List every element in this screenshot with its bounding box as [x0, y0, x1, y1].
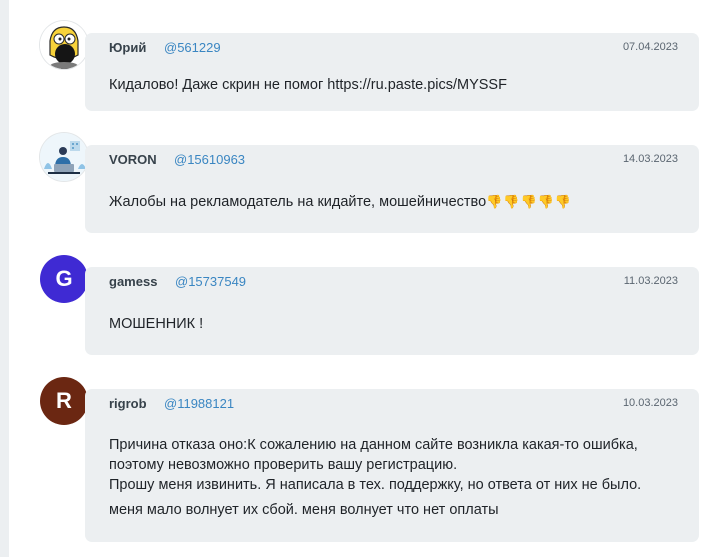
comment-header: VORON @15610963 14.03.2023: [85, 145, 699, 173]
comment-date: 14.03.2023: [622, 153, 678, 165]
avatar[interactable]: G: [40, 255, 88, 303]
comment-line: МОШЕННИК !: [109, 316, 204, 332]
cartoon-character-icon: [40, 21, 88, 69]
comment-user-id-link[interactable]: @11988121: [164, 396, 234, 411]
avatar-letter: G: [55, 266, 73, 291]
comment-author[interactable]: VORON: [109, 152, 157, 167]
avatar[interactable]: [40, 133, 88, 181]
comment-header: Юрий @561229 07.04.2023: [85, 33, 699, 61]
comment-line: Кидалово! Даже скрин не помог https://ru…: [109, 77, 507, 93]
comment-date: 07.04.2023: [622, 41, 678, 53]
comment-author[interactable]: Юрий: [109, 40, 146, 55]
comment-line: меня мало волнует их сбой. меня волнует …: [109, 502, 499, 518]
comment-author[interactable]: gamess: [109, 274, 157, 289]
comment-author[interactable]: rigrob: [109, 396, 147, 411]
comment-header: rigrob @11988121 10.03.2023: [85, 389, 699, 417]
comment-text: Причина отказа оно:К сожалению на данном…: [109, 435, 679, 520]
comment-card: VORON @15610963 14.03.2023 Жалобы на рек…: [85, 145, 699, 233]
person-at-laptop-icon: [40, 133, 88, 181]
comment-line: Жалобы на рекламодатель на кидайте, моше…: [109, 192, 679, 212]
comment-date: 11.03.2023: [623, 275, 678, 287]
comment-text: Жалобы на рекламодатель на кидайте, моше…: [109, 192, 679, 212]
comment-user-id-link[interactable]: @561229: [164, 40, 221, 55]
comment-card: rigrob @11988121 10.03.2023 Причина отка…: [85, 389, 699, 542]
comment-text: МОШЕННИК !: [109, 314, 679, 334]
thumbs-down-emoji: 👎👎👎👎👎: [486, 194, 573, 209]
left-rail: [0, 0, 9, 557]
comment-user-id-link[interactable]: @15610963: [174, 152, 245, 167]
comment-header: gamess @15737549 11.03.2023: [85, 267, 699, 295]
comment-line: Причина отказа оно:К сожалению на данном…: [109, 437, 638, 453]
comment-user-id-link[interactable]: @15737549: [175, 274, 246, 289]
comment-text-content: Жалобы на рекламодатель на кидайте, моше…: [109, 194, 487, 210]
comment-date: 10.03.2023: [622, 397, 678, 409]
comment-line: поэтому невозможно проверить вашу регист…: [109, 457, 458, 473]
avatar[interactable]: [40, 21, 88, 69]
comment-line: Прошу меня извинить. Я написала в тех. п…: [109, 477, 642, 493]
avatar[interactable]: R: [40, 377, 88, 425]
avatar-letter: R: [56, 388, 72, 413]
comment-text: Кидалово! Даже скрин не помог https://ru…: [109, 75, 679, 95]
comment-card: Юрий @561229 07.04.2023 Кидалово! Даже с…: [85, 33, 699, 111]
comment-card: gamess @15737549 11.03.2023 МОШЕННИК !: [85, 267, 699, 355]
